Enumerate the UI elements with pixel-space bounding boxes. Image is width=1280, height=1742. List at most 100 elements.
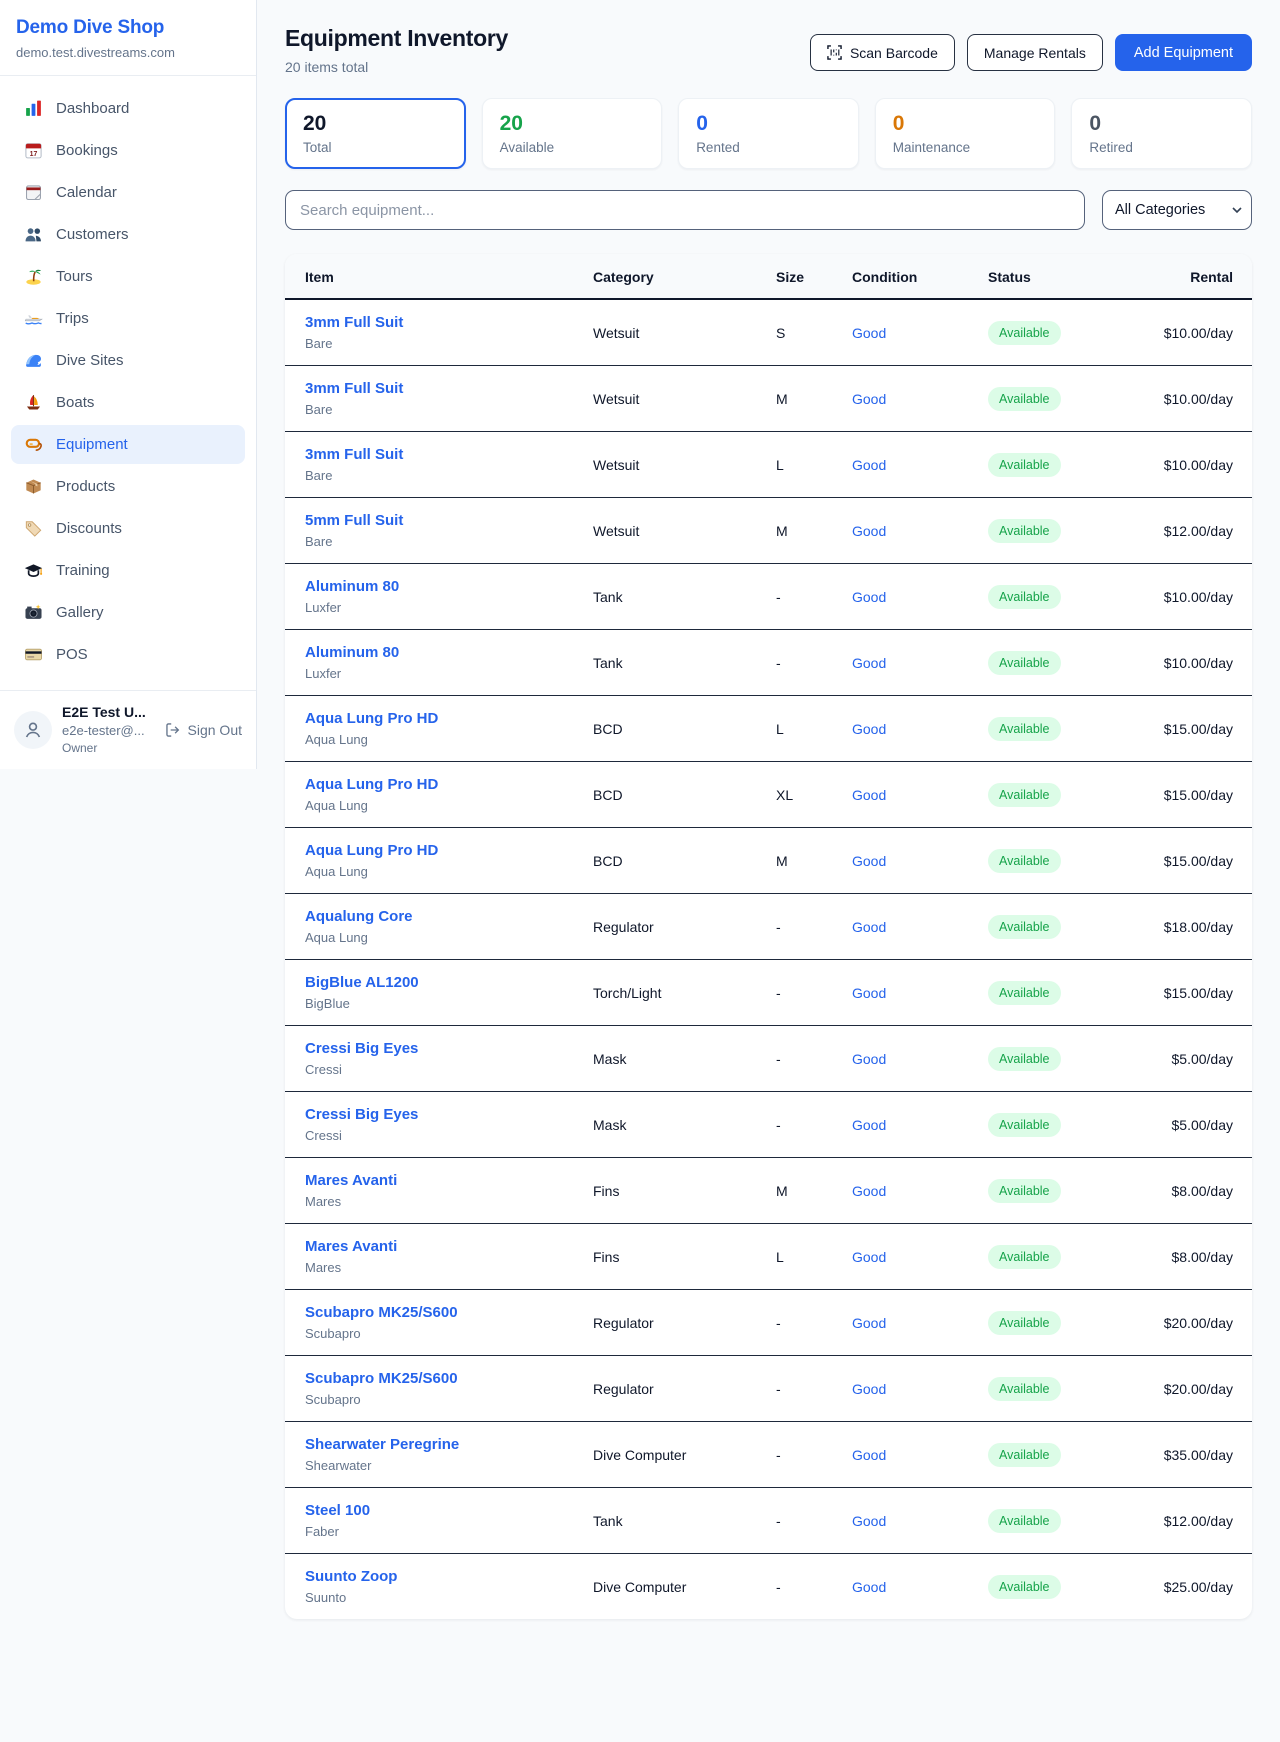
- sidebar-item-customers[interactable]: Customers: [11, 215, 245, 254]
- item-condition-link[interactable]: Good: [852, 391, 886, 407]
- sidebar-item-equipment[interactable]: Equipment: [11, 425, 245, 464]
- item-condition-link[interactable]: Good: [852, 1183, 886, 1199]
- item-name-link[interactable]: Scubapro MK25/S600: [305, 1370, 458, 1387]
- item-condition-link[interactable]: Good: [852, 589, 886, 605]
- item-condition-link[interactable]: Good: [852, 919, 886, 935]
- add-equipment-button[interactable]: Add Equipment: [1115, 34, 1252, 71]
- sidebar-item-pos[interactable]: POS: [11, 635, 245, 674]
- sidebar-item-trips[interactable]: Trips: [11, 299, 245, 338]
- item-condition-link[interactable]: Good: [852, 1579, 886, 1595]
- item-condition-link[interactable]: Good: [852, 1249, 886, 1265]
- item-brand: Bare: [305, 336, 593, 351]
- sidebar-item-discounts[interactable]: Discounts: [11, 509, 245, 548]
- item-name-link[interactable]: Aqua Lung Pro HD: [305, 842, 438, 859]
- item-name-link[interactable]: Cressi Big Eyes: [305, 1040, 418, 1057]
- sidebar-item-dive-sites[interactable]: Dive Sites: [11, 341, 245, 380]
- stat-card-available[interactable]: 20 Available: [482, 98, 663, 169]
- stat-card-maintenance[interactable]: 0 Maintenance: [875, 98, 1056, 169]
- table-row: BigBlue AL1200 BigBlue Torch/Light - Goo…: [285, 960, 1252, 1026]
- item-category: Torch/Light: [593, 960, 776, 1026]
- table-row: Mares Avanti Mares Fins M Good Available…: [285, 1158, 1252, 1224]
- item-condition-link[interactable]: Good: [852, 1513, 886, 1529]
- item-rental: $10.00/day: [1153, 299, 1252, 366]
- item-condition-link[interactable]: Good: [852, 721, 886, 737]
- table-row: Scubapro MK25/S600 Scubapro Regulator - …: [285, 1356, 1252, 1422]
- status-badge: Available: [988, 1509, 1061, 1533]
- item-name-link[interactable]: 3mm Full Suit: [305, 314, 403, 331]
- item-name-link[interactable]: Aluminum 80: [305, 644, 399, 661]
- item-name-link[interactable]: 3mm Full Suit: [305, 446, 403, 463]
- stat-card-rented[interactable]: 0 Rented: [678, 98, 859, 169]
- item-size: -: [776, 894, 852, 960]
- item-name-link[interactable]: 3mm Full Suit: [305, 380, 403, 397]
- item-name-link[interactable]: Aqua Lung Pro HD: [305, 710, 438, 727]
- item-name-link[interactable]: Aluminum 80: [305, 578, 399, 595]
- manage-rentals-button[interactable]: Manage Rentals: [967, 34, 1103, 71]
- sidebar-item-label: Calendar: [56, 184, 117, 201]
- item-name-link[interactable]: Shearwater Peregrine: [305, 1436, 459, 1453]
- person-icon: [22, 719, 44, 741]
- table-row: Aluminum 80 Luxfer Tank - Good Available…: [285, 630, 1252, 696]
- item-brand: BigBlue: [305, 996, 593, 1011]
- item-name-link[interactable]: Scubapro MK25/S600: [305, 1304, 458, 1321]
- item-condition-link[interactable]: Good: [852, 1051, 886, 1067]
- item-name-link[interactable]: Aqua Lung Pro HD: [305, 776, 438, 793]
- item-name-link[interactable]: Cressi Big Eyes: [305, 1106, 418, 1123]
- item-category: BCD: [593, 696, 776, 762]
- item-rental: $10.00/day: [1153, 630, 1252, 696]
- status-badge: Available: [988, 1179, 1061, 1203]
- camera-icon: [24, 603, 43, 622]
- item-brand: Suunto: [305, 1590, 593, 1605]
- item-name-link[interactable]: Aqualung Core: [305, 908, 413, 925]
- stat-card-retired[interactable]: 0 Retired: [1071, 98, 1252, 169]
- item-brand: Cressi: [305, 1062, 593, 1077]
- item-rental: $12.00/day: [1153, 1488, 1252, 1554]
- status-badge: Available: [988, 717, 1061, 741]
- item-condition-link[interactable]: Good: [852, 523, 886, 539]
- sidebar-item-label: Bookings: [56, 142, 118, 159]
- item-name-link[interactable]: Mares Avanti: [305, 1172, 397, 1189]
- item-name-link[interactable]: Suunto Zoop: [305, 1568, 397, 1585]
- sidebar-item-dashboard[interactable]: Dashboard: [11, 89, 245, 128]
- item-category: Dive Computer: [593, 1554, 776, 1620]
- sidebar-item-products[interactable]: Products: [11, 467, 245, 506]
- item-size: L: [776, 432, 852, 498]
- item-condition-link[interactable]: Good: [852, 1447, 886, 1463]
- item-condition-link[interactable]: Good: [852, 655, 886, 671]
- item-name-link[interactable]: Steel 100: [305, 1502, 370, 1519]
- item-rental: $5.00/day: [1153, 1092, 1252, 1158]
- sign-out-button[interactable]: Sign Out: [165, 722, 242, 738]
- stat-cards: 20 Total 20 Available 0 Rented 0 Mainten…: [285, 98, 1252, 169]
- sidebar-item-bookings[interactable]: 17 Bookings: [11, 131, 245, 170]
- item-condition-link[interactable]: Good: [852, 853, 886, 869]
- table-row: 3mm Full Suit Bare Wetsuit L Good Availa…: [285, 432, 1252, 498]
- item-name-link[interactable]: Mares Avanti: [305, 1238, 397, 1255]
- item-size: M: [776, 498, 852, 564]
- category-select[interactable]: All Categories: [1102, 190, 1252, 230]
- table-row: 3mm Full Suit Bare Wetsuit M Good Availa…: [285, 366, 1252, 432]
- bar-chart-icon: [24, 99, 43, 118]
- item-rental: $25.00/day: [1153, 1554, 1252, 1620]
- scan-barcode-label: Scan Barcode: [850, 45, 938, 61]
- scan-barcode-button[interactable]: Scan Barcode: [810, 34, 955, 71]
- item-condition-link[interactable]: Good: [852, 1381, 886, 1397]
- item-brand: Bare: [305, 402, 593, 417]
- item-condition-link[interactable]: Good: [852, 985, 886, 1001]
- sidebar-item-tours[interactable]: Tours: [11, 257, 245, 296]
- sidebar-item-training[interactable]: Training: [11, 551, 245, 590]
- item-condition-link[interactable]: Good: [852, 787, 886, 803]
- sidebar-item-boats[interactable]: Boats: [11, 383, 245, 422]
- item-condition-link[interactable]: Good: [852, 1117, 886, 1133]
- item-name-link[interactable]: BigBlue AL1200: [305, 974, 419, 991]
- search-input[interactable]: [285, 190, 1085, 230]
- sidebar-item-gallery[interactable]: Gallery: [11, 593, 245, 632]
- sidebar-item-calendar[interactable]: Calendar: [11, 173, 245, 212]
- item-condition-link[interactable]: Good: [852, 325, 886, 341]
- brand-title[interactable]: Demo Dive Shop: [16, 17, 240, 39]
- item-condition-link[interactable]: Good: [852, 457, 886, 473]
- column-header-category: Category: [593, 254, 776, 299]
- item-condition-link[interactable]: Good: [852, 1315, 886, 1331]
- item-name-link[interactable]: 5mm Full Suit: [305, 512, 403, 529]
- stat-card-total[interactable]: 20 Total: [285, 98, 466, 169]
- item-rental: $8.00/day: [1153, 1158, 1252, 1224]
